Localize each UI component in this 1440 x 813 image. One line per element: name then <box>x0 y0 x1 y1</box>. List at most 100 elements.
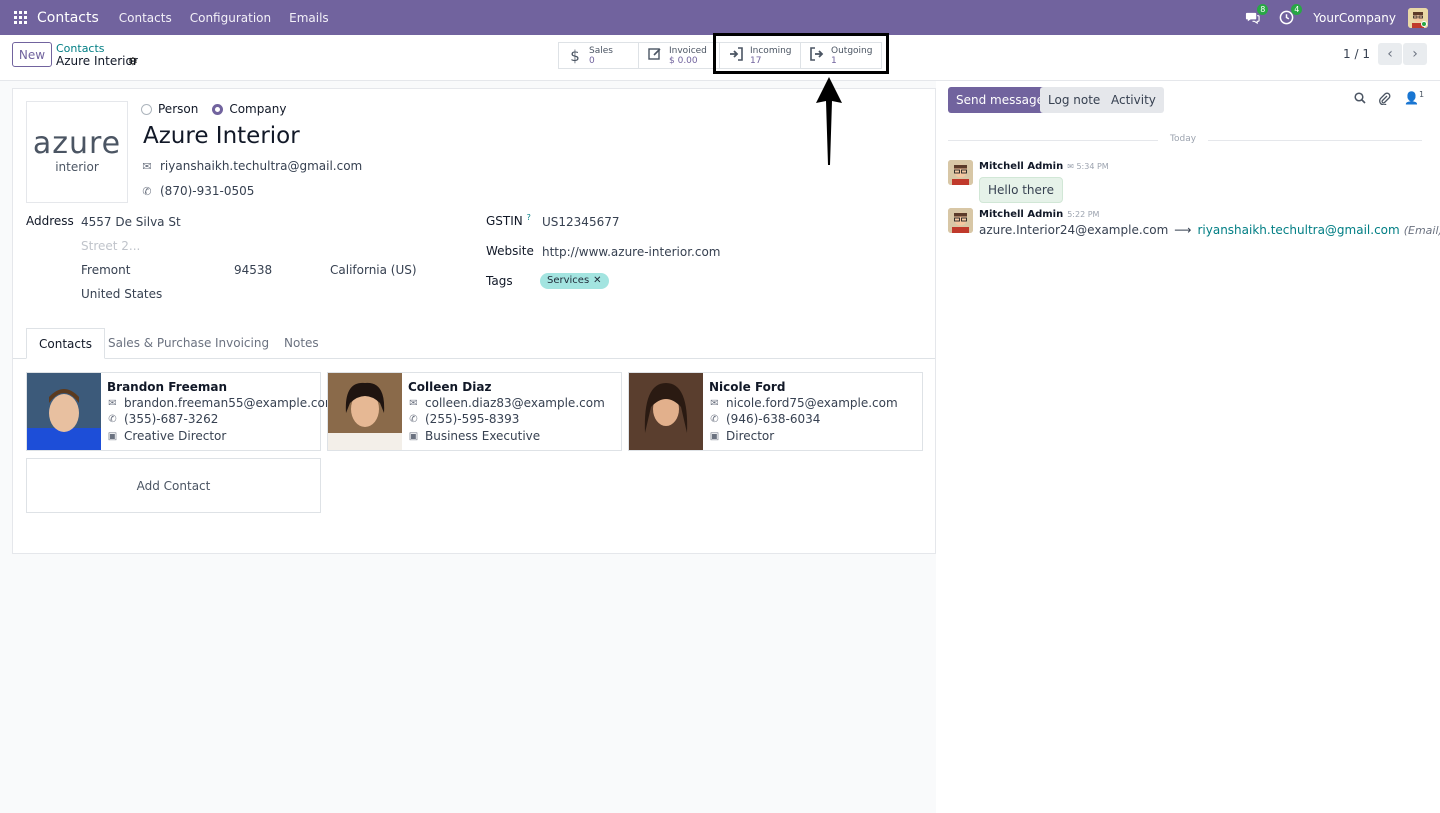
activity-clock-icon[interactable]: 4 <box>1279 3 1303 26</box>
help-icon[interactable]: ? <box>527 213 531 222</box>
send-message-button[interactable]: Send message <box>948 87 1052 113</box>
person-radio-label[interactable]: Person <box>158 102 198 116</box>
outgoing-value: 1 <box>831 55 837 66</box>
gstin-field[interactable]: US12345677 <box>542 215 619 229</box>
pager-value[interactable]: 1 / 1 <box>1343 47 1370 61</box>
followers-count: 1 <box>1418 90 1425 99</box>
menu-emails[interactable]: Emails <box>289 11 329 25</box>
search-icon[interactable] <box>1354 92 1366 107</box>
zip-field[interactable]: 94538 <box>234 263 272 277</box>
tab-notes[interactable]: Notes <box>284 328 319 359</box>
date-separator-label: Today <box>1158 134 1209 144</box>
tag-label: Services <box>547 275 590 286</box>
sales-label: Sales <box>589 45 613 56</box>
contact-card[interactable]: Nicole Ford ✉ nicole.ford75@example.com ✆… <box>628 372 923 451</box>
gstin-label: GSTIN ? <box>486 213 531 228</box>
tracked-field: (Email) <box>1403 224 1440 237</box>
company-logo[interactable]: azure interior <box>26 101 128 203</box>
contact-card[interactable]: Brandon Freeman ✉ brandon.freeman55@examp… <box>26 372 337 451</box>
notebook-tabs: Contacts Sales & Purchase Invoicing Note… <box>13 328 935 359</box>
contact-phone-line: ✆ (255)-595-8393 <box>408 412 519 426</box>
old-value: azure.Interior24@example.com <box>979 223 1169 237</box>
log-note-button[interactable]: Log note <box>1040 87 1109 113</box>
envelope-icon: ✉ <box>142 159 152 173</box>
phone-icon: ✆ <box>108 413 117 425</box>
invoiced-value: $ 0.00 <box>669 55 698 66</box>
user-avatar[interactable] <box>1408 7 1428 28</box>
company-radio[interactable] <box>212 103 224 115</box>
menu-contacts[interactable]: Contacts <box>119 11 172 25</box>
street-field[interactable]: 4557 De Silva St <box>81 215 181 229</box>
contact-job: Director <box>726 429 775 443</box>
incoming-smart-button[interactable]: Incoming 17 <box>720 42 801 69</box>
state-field[interactable]: California (US) <box>330 263 417 277</box>
author-avatar[interactable] <box>948 160 973 185</box>
contact-name: Brandon Freeman <box>107 380 228 394</box>
contact-phone: (946)-638-6034 <box>726 412 821 426</box>
phone-icon: ✆ <box>142 184 152 198</box>
country-field[interactable]: United States <box>81 287 162 301</box>
contact-card[interactable]: Colleen Diaz ✉ colleen.diaz83@example.com… <box>327 372 622 451</box>
gstin-label-text: GSTIN <box>486 214 523 228</box>
pager-previous-button[interactable]: ‹ <box>1378 43 1402 65</box>
tag-services[interactable]: Services ✕ <box>540 273 609 289</box>
add-contact-button[interactable]: Add Contact <box>26 458 321 513</box>
person-radio[interactable] <box>141 103 152 115</box>
activity-button[interactable]: Activity <box>1103 87 1164 113</box>
followers-button[interactable]: 👤1 <box>1404 90 1424 105</box>
annotation-arrow-icon <box>816 77 842 165</box>
logo-sub-text: interior <box>55 160 99 174</box>
menu-configuration[interactable]: Configuration <box>190 11 271 25</box>
contact-phone: (255)-595-8393 <box>425 412 520 426</box>
phone-line: ✆ (870)-931-0505 <box>141 184 254 198</box>
app-name[interactable]: Contacts <box>37 10 99 26</box>
apps-menu-icon[interactable] <box>14 10 28 25</box>
form-sheet: azure interior Person Company Azure Inte… <box>12 88 936 554</box>
contact-photo <box>27 373 101 450</box>
sign-out-icon <box>809 46 825 65</box>
partner-name-field[interactable]: Azure Interior <box>143 123 300 149</box>
contact-phone-line: ✆ (355)-687-3262 <box>107 412 218 426</box>
breadcrumb-current: Azure Interior <box>56 54 138 68</box>
user-icon: 👤 <box>1404 91 1419 105</box>
pager-next-button[interactable]: › <box>1403 43 1427 65</box>
email-field[interactable]: riyanshaikh.techultra@gmail.com <box>160 159 362 173</box>
street2-field[interactable]: Street 2... <box>81 239 140 253</box>
website-field[interactable]: http://www.azure-interior.com <box>542 245 720 259</box>
email-line: ✉ riyanshaikh.techultra@gmail.com <box>141 159 362 173</box>
tag-remove-icon[interactable]: ✕ <box>593 275 601 286</box>
contact-phone-line: ✆ (946)-638-6034 <box>709 412 820 426</box>
contact-job-line: ▣ Creative Director <box>107 429 227 443</box>
author-avatar[interactable] <box>948 208 973 233</box>
phone-field[interactable]: (870)-931-0505 <box>160 184 254 198</box>
company-switcher[interactable]: YourCompany <box>1313 11 1396 25</box>
outgoing-label: Outgoing <box>831 45 873 56</box>
briefcase-icon: ▣ <box>107 430 118 442</box>
company-radio-label[interactable]: Company <box>229 102 286 116</box>
city-field[interactable]: Fremont <box>81 263 130 277</box>
envelope-icon: ✉ <box>108 397 117 409</box>
sales-smart-button[interactable]: $ Sales 0 <box>558 42 639 69</box>
tab-sales-purchase[interactable]: Sales & Purchase <box>108 328 211 359</box>
contact-email-line: ✉ brandon.freeman55@example.com <box>107 396 336 410</box>
online-status-icon <box>1421 20 1427 27</box>
messages-icon[interactable]: 8 <box>1245 3 1269 26</box>
arrow-right-icon: ⟶ <box>1174 223 1192 237</box>
contact-job-line: ▣ Business Executive <box>408 429 540 443</box>
paperclip-icon[interactable] <box>1378 92 1391 108</box>
author-name: Mitchell Admin <box>979 209 1064 220</box>
message-time-value: 5:34 PM <box>1076 162 1109 171</box>
invoiced-smart-button[interactable]: Invoiced $ 0.00 <box>639 42 720 69</box>
incoming-label: Incoming <box>750 45 792 56</box>
message-author[interactable]: Mitchell Admin 5:22 PM <box>979 209 1099 220</box>
address-label: Address <box>26 214 74 228</box>
gear-icon[interactable]: ⚙ <box>128 55 138 68</box>
new-button[interactable]: New <box>12 42 52 67</box>
contact-name: Nicole Ford <box>709 380 786 394</box>
briefcase-icon: ▣ <box>408 430 419 442</box>
outgoing-smart-button[interactable]: Outgoing 1 <box>801 42 882 69</box>
chevron-left-icon: ‹ <box>1387 46 1393 62</box>
message-author[interactable]: Mitchell Admin ✉ 5:34 PM <box>979 161 1109 172</box>
tab-invoicing[interactable]: Invoicing <box>215 328 269 359</box>
tab-contacts[interactable]: Contacts <box>26 328 105 359</box>
